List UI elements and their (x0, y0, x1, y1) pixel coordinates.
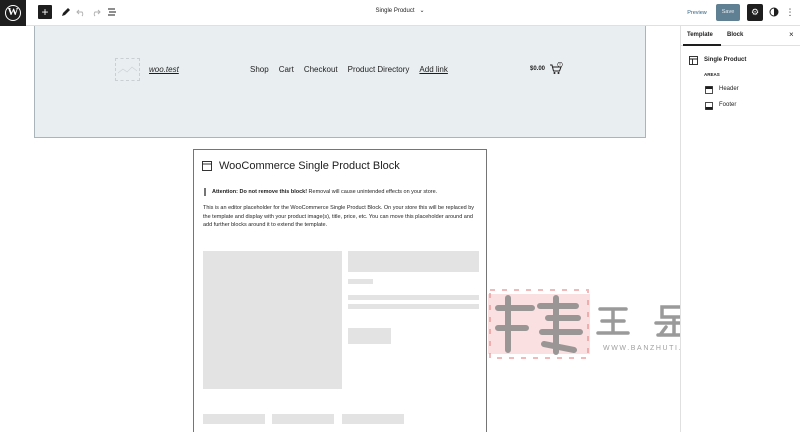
tab-template[interactable]: Template (687, 32, 713, 38)
tab-placeholder (203, 414, 265, 424)
site-title[interactable]: woo.test (149, 65, 179, 74)
close-sidebar-button[interactable]: × (789, 30, 794, 39)
mini-cart-price[interactable]: $0.00 (530, 66, 545, 72)
options-button[interactable]: ⋮ (784, 5, 796, 19)
tab-block[interactable]: Block (727, 32, 743, 38)
save-button[interactable]: Save (716, 4, 740, 21)
watermark-logo (488, 289, 590, 359)
area-header-label: Header (719, 86, 739, 92)
document-overview-button[interactable] (105, 5, 119, 19)
navigation-menu: Shop Cart Checkout Product Directory Add… (250, 65, 458, 74)
more-vertical-icon: ⋮ (785, 7, 795, 17)
chevron-down-icon: ⌄ (419, 8, 425, 14)
attention-text: Removal will cause unintended effects on… (307, 189, 438, 195)
area-header-item[interactable]: Header (705, 85, 795, 96)
undo-button[interactable] (74, 5, 88, 19)
area-footer-label: Footer (719, 102, 737, 108)
tab-active-indicator (683, 44, 721, 46)
header-template-part[interactable]: woo.test Shop Cart Checkout Product Dire… (34, 26, 646, 138)
template-layout-icon (689, 56, 698, 65)
editor-toolbar: W + Single Product ⌄ Preview Save ⚙ ⋮ (0, 0, 800, 26)
preview-button[interactable]: Preview (680, 6, 714, 20)
image-placeholder-icon (117, 66, 138, 74)
header-area-icon (705, 86, 713, 94)
nav-item-cart[interactable]: Cart (279, 65, 294, 74)
sidebar-tabs: Template Block × (681, 26, 800, 46)
styles-button[interactable] (767, 5, 781, 19)
areas-heading: AREAS (704, 72, 720, 77)
document-title-label: Single Product (375, 8, 415, 14)
wordpress-logo-button[interactable]: W (0, 0, 26, 26)
half-circle-icon (769, 7, 779, 17)
editor-app: W + Single Product ⌄ Preview Save ⚙ ⋮ wo… (0, 0, 800, 432)
footer-area-icon (705, 102, 713, 110)
cart-count-badge: 0 (559, 63, 561, 67)
editor-canvas: woo.test Shop Cart Checkout Product Dire… (0, 26, 715, 432)
attention-bold: Attention: Do not remove this block! (212, 189, 308, 195)
add-block-button[interactable]: + (38, 5, 52, 19)
gear-icon: ⚙ (750, 7, 760, 17)
product-text-line-placeholder (348, 295, 479, 300)
tools-pencil-button[interactable] (59, 5, 73, 19)
add-to-cart-placeholder (348, 328, 391, 344)
close-icon: × (789, 30, 794, 39)
cart-icon[interactable]: 0 (549, 62, 563, 76)
settings-sidebar: Template Block × Single Product AREAS He… (680, 26, 800, 432)
nav-item-shop[interactable]: Shop (250, 65, 269, 74)
block-title: WooCommerce Single Product Block (219, 160, 400, 172)
tab-placeholder (272, 414, 334, 424)
single-product-block[interactable]: WooCommerce Single Product Block Attenti… (193, 149, 487, 432)
site-logo-placeholder[interactable] (115, 58, 140, 81)
product-text-line-placeholder (348, 304, 479, 309)
redo-button[interactable] (89, 5, 103, 19)
list-view-icon (108, 8, 116, 16)
nav-item-checkout[interactable]: Checkout (304, 65, 338, 74)
product-image-placeholder (203, 251, 342, 389)
nav-add-link[interactable]: Add link (419, 65, 447, 74)
wordpress-icon: W (5, 5, 21, 21)
block-description: This is an editor placeholder for the Wo… (203, 205, 475, 228)
block-layout-icon (202, 161, 212, 171)
pencil-icon (62, 8, 70, 16)
settings-button[interactable]: ⚙ (747, 4, 763, 21)
area-footer-item[interactable]: Footer (705, 101, 795, 112)
template-name: Single Product (704, 57, 747, 63)
document-title[interactable]: Single Product ⌄ (340, 7, 460, 14)
attention-notice: Attention: Do not remove this block! Rem… (204, 188, 480, 196)
nav-item-product-directory[interactable]: Product Directory (348, 65, 410, 74)
redo-icon (93, 9, 101, 17)
product-price-placeholder (348, 279, 373, 284)
tab-placeholder (342, 414, 404, 424)
undo-icon (76, 9, 84, 17)
product-title-placeholder (348, 251, 479, 272)
